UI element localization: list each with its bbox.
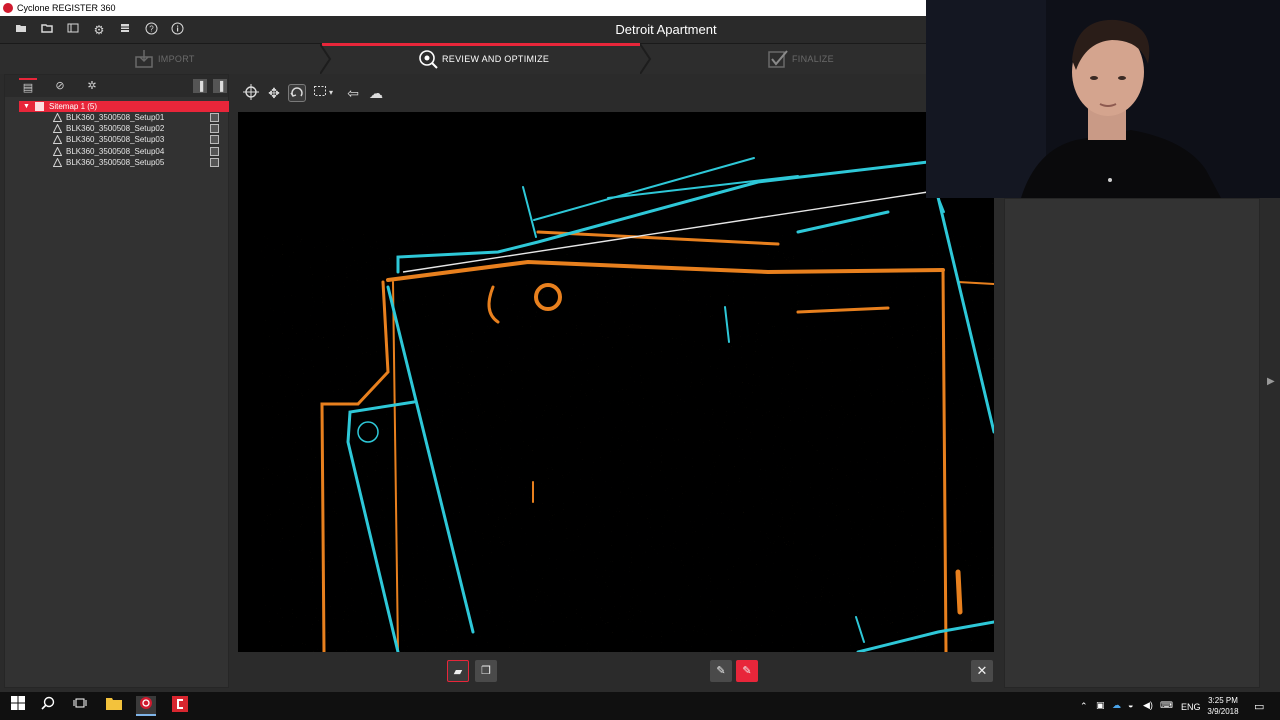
scatter-points-cyan <box>348 332 994 652</box>
step-finalize[interactable]: FINALIZE <box>768 44 834 74</box>
search-icon[interactable] <box>38 696 58 716</box>
orbit-icon[interactable] <box>242 84 260 102</box>
layer-icon[interactable]: ▰ <box>447 660 469 682</box>
setup-warning-icon <box>53 135 62 145</box>
panel-tabs: ▤ ⊘ ✲ ▐ ▐ <box>5 75 228 97</box>
close-icon[interactable]: ✕ <box>971 660 993 682</box>
clock-time: 3:25 PM <box>1208 696 1238 705</box>
viewport-bottom-bar: ▰ ❐ ✎ ✎ ✕ <box>232 654 1002 688</box>
image-icon[interactable] <box>210 124 219 134</box>
import-icon <box>134 49 154 69</box>
rotate-icon[interactable] <box>288 84 306 102</box>
step-review-label: REVIEW AND OPTIMIZE <box>442 54 550 64</box>
windows-taskbar: ⌃ ▣ ☁ ◒ ◀) ⌨ ENG 3:25 PM 3/9/2018 ▭ <box>0 692 1280 720</box>
finalize-check-icon <box>768 49 788 69</box>
tree-item-label: BLK360_3500508_Setup05 <box>66 157 165 167</box>
pen-icon[interactable]: ✎ <box>710 660 732 682</box>
image-icon[interactable] <box>210 146 219 156</box>
webcam-overlay <box>926 0 1280 198</box>
task-view-icon[interactable] <box>70 696 90 716</box>
viewport-area: ✥ ▾ ⇦ ☁ ▰ ❐ ✎ ✎ ✕ <box>232 74 1002 688</box>
tray-onedrive-icon[interactable]: ☁ <box>1112 700 1121 711</box>
help-icon[interactable]: ? <box>143 22 159 38</box>
back-icon[interactable]: ⇦ <box>344 84 362 102</box>
sitemap-icon <box>35 102 44 111</box>
step-import[interactable]: IMPORT <box>134 44 195 74</box>
image-icon[interactable] <box>210 157 219 167</box>
pan-icon[interactable]: ✥ <box>265 84 283 102</box>
gear-icon[interactable]: ⚙ <box>91 22 107 38</box>
tree-item-setup[interactable]: BLK360_3500508_Setup05 <box>19 157 229 168</box>
link-icon[interactable]: ⊘ <box>51 78 69 94</box>
windows-start-icon[interactable] <box>8 696 28 716</box>
pen-active-icon[interactable]: ✎ <box>736 660 758 682</box>
window-title: Cyclone REGISTER 360 <box>17 3 116 13</box>
panel-option-b-icon[interactable]: ▐ <box>213 79 227 93</box>
tree-item-label: BLK360_3500508_Setup03 <box>66 135 165 145</box>
notification-center-icon[interactable]: ▭ <box>1254 700 1264 713</box>
tree-root-label: Sitemap 1 (5) <box>49 102 98 111</box>
folder-open-icon[interactable] <box>13 22 29 38</box>
presenter-video <box>926 0 1280 198</box>
setup-warning-icon <box>53 157 62 167</box>
folder-icon[interactable] <box>39 22 55 38</box>
setup-warning-icon <box>53 124 62 134</box>
setup-warning-icon <box>53 113 62 122</box>
file-explorer-icon[interactable] <box>104 696 124 716</box>
step-import-label: IMPORT <box>158 54 195 64</box>
expand-right-arrow-icon[interactable]: ▶ <box>1267 376 1275 387</box>
tray-volume-icon[interactable]: ◀) <box>1143 700 1153 711</box>
cyclone-app-icon[interactable] <box>136 696 156 716</box>
step-review-and-optimize[interactable]: REVIEW AND OPTIMIZE <box>418 44 549 74</box>
copy-icon[interactable]: ❐ <box>475 660 497 682</box>
cyclone-core-icon[interactable] <box>170 696 190 716</box>
step-separator <box>640 44 652 74</box>
layers-icon[interactable] <box>65 22 81 38</box>
workflow-bar: IMPORT REVIEW AND OPTIMIZE FINALIZE <box>0 43 926 74</box>
panel-option-a-icon[interactable]: ▐ <box>193 79 207 93</box>
network-icon[interactable]: ✲ <box>83 78 101 94</box>
image-icon[interactable] <box>210 113 219 122</box>
tree-item-setup[interactable]: BLK360_3500508_Setup04 <box>19 146 229 157</box>
tree-item-setup[interactable]: BLK360_3500508_Setup01 <box>19 112 229 123</box>
cyclone-logo-icon <box>3 3 13 13</box>
properties-panel <box>1004 198 1260 688</box>
tree-item-label: BLK360_3500508_Setup02 <box>66 124 165 134</box>
sitemap-panel: ▤ ⊘ ✲ ▐ ▐ ▼ Sitemap 1 (5) BLK360_3500508… <box>4 74 229 688</box>
svg-text:?: ? <box>149 25 154 34</box>
step-separator <box>320 44 332 74</box>
tree-item-label: BLK360_3500508_Setup01 <box>66 113 165 122</box>
sitemap-tree: ▼ Sitemap 1 (5) BLK360_3500508_Setup01 B… <box>19 101 229 168</box>
title-bar: Cyclone REGISTER 360 <box>0 0 926 16</box>
tray-chevron-icon[interactable]: ⌃ <box>1080 701 1088 712</box>
review-icon <box>418 49 438 69</box>
taskbar-clock[interactable]: 3:25 PM 3/9/2018 <box>1198 695 1248 717</box>
right-collapse-strip[interactable]: ▶ <box>1262 198 1280 688</box>
project-title: Detroit Apartment <box>615 22 717 37</box>
tray-keyboard-icon[interactable]: ⌨ <box>1160 700 1173 711</box>
database-icon[interactable] <box>117 22 133 38</box>
tree-root-sitemap[interactable]: ▼ Sitemap 1 (5) <box>19 101 229 112</box>
tree-item-setup[interactable]: BLK360_3500508_Setup03 <box>19 134 229 145</box>
point-cloud-viewport[interactable] <box>238 112 994 652</box>
viewport-toolbar: ✥ ▾ ⇦ ☁ <box>232 74 1002 112</box>
point-cloud-render[interactable] <box>238 112 994 652</box>
tree-item-label: BLK360_3500508_Setup04 <box>66 146 165 156</box>
list-view-icon[interactable]: ▤ <box>19 78 37 94</box>
tray-network-icon[interactable]: ▣ <box>1096 700 1105 711</box>
cloud-icon[interactable]: ☁ <box>367 84 385 102</box>
step-finalize-label: FINALIZE <box>792 54 834 64</box>
clock-date: 3/9/2018 <box>1207 707 1239 716</box>
expand-arrow-icon[interactable]: ▼ <box>23 101 30 112</box>
setup-warning-icon <box>53 146 62 156</box>
main-toolbar: ⚙ ? Detroit Apartment <box>0 16 926 44</box>
dropdown-caret-icon[interactable]: ▾ <box>326 84 336 102</box>
info-icon[interactable] <box>169 22 185 38</box>
tree-item-setup[interactable]: BLK360_3500508_Setup02 <box>19 123 229 134</box>
tray-wifi-icon[interactable]: ◒ <box>1128 700 1133 710</box>
image-icon[interactable] <box>210 135 219 145</box>
